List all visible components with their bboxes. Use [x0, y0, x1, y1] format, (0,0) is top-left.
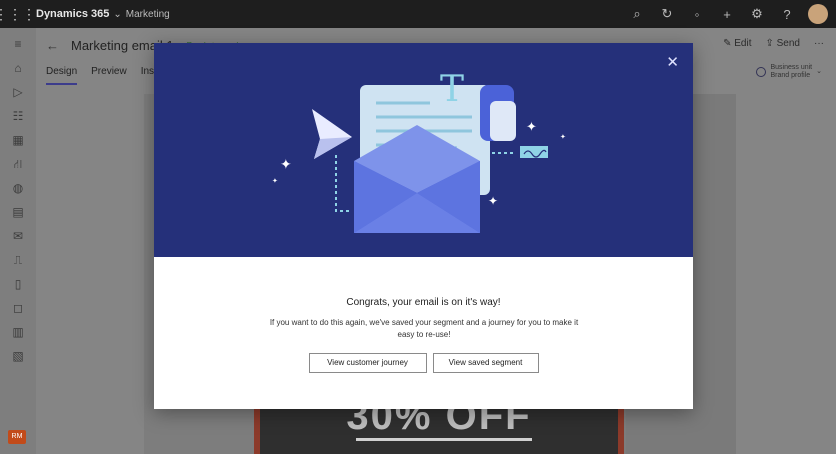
close-icon[interactable]: ✕: [666, 53, 679, 71]
business-unit-label: Business unit: [770, 64, 813, 71]
reports-icon[interactable]: ▥: [12, 320, 23, 344]
brand-profile-label: Brand profile: [770, 72, 811, 79]
left-nav: ≡ ⌂ ▷ ☷ ▦ ⛙ ◍ ▤ ✉ ⎍ ▯ ◻ ▥ ▧ RM: [0, 28, 36, 454]
pages-icon[interactable]: ▯: [15, 272, 22, 296]
lightbulb-icon[interactable]: ◦: [682, 7, 712, 22]
send-label: Send: [776, 38, 800, 49]
app-area-name[interactable]: Marketing: [126, 9, 170, 20]
chevron-down-icon: ⌄: [816, 68, 822, 75]
area-switcher-badge[interactable]: RM: [8, 430, 26, 444]
brand-text: Business unit Brand profile: [770, 64, 812, 80]
app-chevron[interactable]: ⌄: [113, 9, 121, 20]
avatar[interactable]: [808, 4, 828, 24]
success-dialog: T ✦ ✦ ✦ ✦ ✦ ✕ Congrats, your email is on…: [154, 43, 693, 409]
svg-text:✦: ✦: [488, 194, 498, 208]
journeys-icon[interactable]: ⛙: [14, 152, 22, 176]
svg-text:✦: ✦: [560, 133, 566, 141]
tab-design[interactable]: Design: [46, 66, 78, 85]
more-options-icon[interactable]: ···: [814, 38, 824, 49]
help-icon[interactable]: ?: [772, 7, 802, 22]
back-icon[interactable]: ←: [46, 38, 59, 53]
sparkle-icon: ✦: [280, 156, 292, 172]
view-customer-journey-button[interactable]: View customer journey: [308, 353, 427, 373]
dialog-headline: Congrats, your email is on it's way!: [346, 297, 501, 308]
task-icon[interactable]: ↻: [652, 6, 682, 22]
leads-icon[interactable]: ◍: [13, 176, 23, 200]
contacts-icon[interactable]: ☷: [13, 104, 24, 128]
settings-icon[interactable]: ⚙: [742, 6, 772, 22]
search-icon[interactable]: ⌕: [622, 6, 652, 22]
brand-profile-picker[interactable]: Business unit Brand profile ⌄: [756, 64, 822, 80]
play-icon[interactable]: ▷: [13, 80, 22, 104]
top-icons: ⌕ ↻ ◦ + ⚙ ?: [622, 0, 828, 28]
dialog-actions: View customer journey View saved segment: [154, 353, 693, 373]
view-saved-segment-button[interactable]: View saved segment: [432, 353, 539, 373]
app-top-bar: ⋮⋮⋮ Dynamics 365 ⌄ Marketing ⌕ ↻ ◦ + ⚙ ?: [0, 0, 836, 28]
brand-icon: [756, 67, 767, 77]
email-icon[interactable]: ✉: [13, 224, 23, 248]
edit-label: Edit: [734, 38, 752, 49]
svg-text:✦: ✦: [272, 177, 278, 185]
dialog-description: If you want to do this again, we've save…: [269, 318, 579, 339]
home-icon[interactable]: ⌂: [14, 56, 21, 80]
header-actions: ✎ Edit ⇪ Send ···: [723, 38, 824, 49]
text-tool-icon: T: [440, 69, 464, 110]
app-title[interactable]: Dynamics 365: [36, 8, 109, 20]
waffle-icon[interactable]: ⋮⋮⋮: [0, 0, 36, 28]
svg-text:✦: ✦: [526, 119, 537, 134]
segments-icon[interactable]: ▦: [12, 128, 23, 152]
analytics-icon[interactable]: ▧: [12, 344, 23, 368]
forms-icon[interactable]: ⎍: [14, 248, 22, 272]
edit-button[interactable]: ✎ Edit: [723, 38, 751, 49]
dialog-body: Congrats, your email is on it's way! If …: [154, 257, 693, 409]
tab-preview[interactable]: Preview: [91, 66, 127, 85]
calendar-icon[interactable]: ▤: [12, 200, 23, 224]
tab-bar: Design Preview Insig: [46, 66, 162, 85]
promo-underline: [356, 438, 532, 441]
email-sent-illustration: T ✦ ✦ ✦ ✦ ✦: [272, 69, 566, 233]
dialog-hero: T ✦ ✦ ✦ ✦ ✦ ✕: [154, 43, 693, 257]
menu-icon[interactable]: ≡: [14, 32, 21, 56]
send-button[interactable]: ⇪ Send: [765, 38, 800, 49]
add-icon[interactable]: +: [712, 7, 742, 22]
chat-icon[interactable]: ◻: [13, 296, 23, 320]
